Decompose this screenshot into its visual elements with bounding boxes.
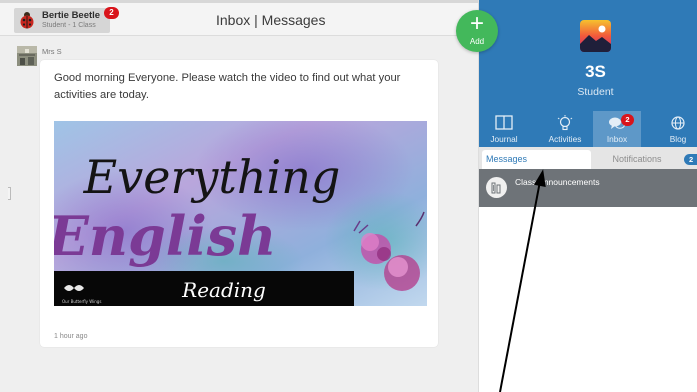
banner-title-line1: Everything bbox=[83, 150, 341, 204]
conversation-class-announcements[interactable]: Class Announcements bbox=[479, 169, 697, 207]
message-card: Good morning Everyone. Please watch the … bbox=[40, 60, 438, 347]
notification-badge: 2 bbox=[104, 7, 119, 19]
class-name: 3S bbox=[585, 62, 606, 81]
banner-caption: Reading bbox=[181, 278, 266, 302]
plus-icon: + bbox=[469, 10, 484, 37]
user-subtitle: Student - 1 Class bbox=[42, 22, 96, 29]
user-switcher[interactable]: Bertie Beetle Student - 1 Class 2 bbox=[14, 7, 119, 33]
page-title: Inbox | Messages bbox=[216, 12, 326, 28]
class-role: Student bbox=[577, 86, 614, 98]
side-drawer-handle[interactable] bbox=[8, 187, 11, 200]
author-photo-icon bbox=[17, 46, 37, 66]
lightbulb-icon bbox=[557, 115, 573, 131]
tab-notifications[interactable]: Notifications bbox=[591, 150, 683, 169]
inbox-badge: 2 bbox=[621, 114, 634, 126]
nav-inbox-label: Inbox bbox=[606, 134, 628, 144]
message-timestamp: 1 hour ago bbox=[54, 333, 88, 340]
ladybug-avatar-icon bbox=[20, 12, 34, 29]
page-header: Bertie Beetle Student - 1 Class 2 Inbox … bbox=[0, 3, 478, 36]
conversation-label: Class Announcements bbox=[515, 177, 600, 187]
class-photo-icon bbox=[580, 20, 611, 52]
tab-messages[interactable]: Messages bbox=[482, 150, 591, 169]
add-button[interactable]: + Add bbox=[456, 10, 498, 52]
pencil-cup-icon bbox=[486, 177, 507, 198]
everything-english-video[interactable]: Everything English Reading Our Butterfly… bbox=[54, 121, 427, 306]
class-header: 3S Student Journal Activities 2 Inbox Bl… bbox=[479, 0, 697, 147]
banner-watermark: Our Butterfly Wings bbox=[62, 299, 101, 304]
class-panel: 3S Student Journal Activities 2 Inbox Bl… bbox=[478, 0, 697, 392]
nav-inbox[interactable]: 2 Inbox bbox=[593, 111, 641, 147]
book-icon bbox=[495, 115, 513, 130]
nav-activities-label: Activities bbox=[548, 134, 582, 144]
message-text: Good morning Everyone. Please watch the … bbox=[54, 72, 401, 101]
user-name: Bertie Beetle bbox=[42, 10, 101, 21]
globe-icon bbox=[671, 116, 685, 130]
nav-blog-label: Blog bbox=[669, 134, 687, 144]
notifications-badge: 2 bbox=[684, 154, 697, 165]
nav-activities[interactable]: Activities bbox=[541, 111, 589, 147]
message-author: Mrs S bbox=[42, 47, 62, 56]
inbox-tabs: Messages Notifications 2 bbox=[479, 147, 697, 169]
author-avatar bbox=[17, 46, 37, 66]
nav-journal[interactable]: Journal bbox=[480, 111, 528, 147]
nav-blog[interactable]: Blog bbox=[654, 111, 697, 147]
banner-title-line2: English bbox=[54, 204, 276, 268]
add-label: Add bbox=[469, 37, 485, 46]
video-thumbnail: Everything English Reading Our Butterfly… bbox=[54, 121, 427, 306]
nav-journal-label: Journal bbox=[490, 134, 518, 144]
